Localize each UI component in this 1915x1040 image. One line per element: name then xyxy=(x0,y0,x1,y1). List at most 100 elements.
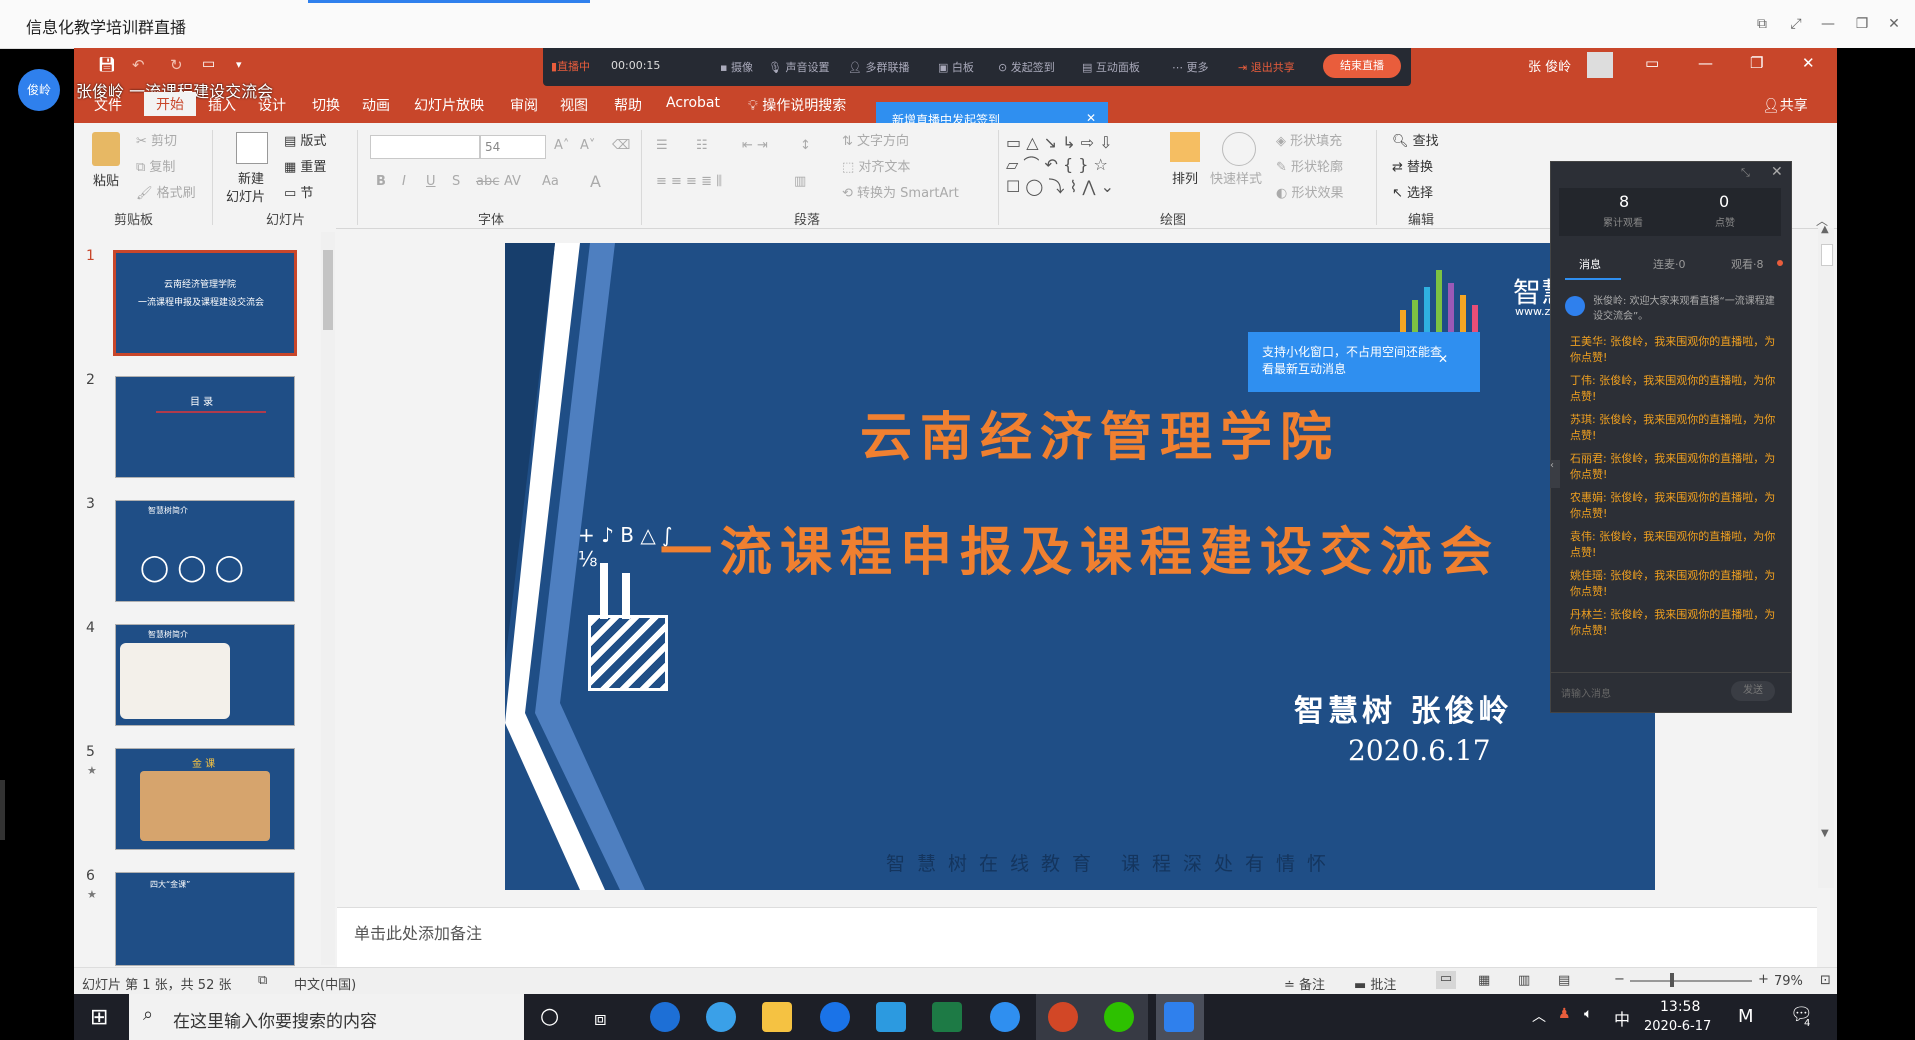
accessibility-icon[interactable]: ⧉ xyxy=(258,973,267,988)
font-size-input[interactable]: 54 xyxy=(480,135,546,159)
italic-icon[interactable]: I xyxy=(402,174,406,189)
shape-effects-button[interactable]: ◐ 形状效果 xyxy=(1276,182,1344,201)
tab-home[interactable]: 开始 xyxy=(144,92,196,116)
ppt-close-button[interactable]: ✕ xyxy=(1802,54,1815,72)
camera-button[interactable]: ▪ 摄像 xyxy=(720,59,753,75)
cut-button[interactable]: ✂ 剪切 xyxy=(136,130,177,149)
zoom-in-icon[interactable]: + xyxy=(1758,972,1769,987)
present-icon[interactable]: ▭ xyxy=(202,56,215,72)
input-mode-icon[interactable]: M xyxy=(1738,1006,1754,1027)
sogou-icon[interactable] xyxy=(650,1002,680,1032)
slide-thumbnail[interactable]: 云南经济管理学院 一流课程申报及课程建设交流会 xyxy=(113,250,297,356)
new-slide-icon[interactable] xyxy=(236,132,268,164)
ppt-user-name[interactable]: 张 俊岭 xyxy=(1528,56,1571,75)
select-button[interactable]: ↖ 选择 xyxy=(1392,182,1433,201)
host-avatar[interactable]: 俊岭 xyxy=(18,69,60,111)
copy-button[interactable]: ⧉ 复制 xyxy=(136,156,175,175)
minimize-button[interactable]: — xyxy=(1818,14,1838,34)
panel-collapse-handle[interactable]: ‹ xyxy=(1550,460,1560,488)
tab-review[interactable]: 审阅 xyxy=(510,95,538,115)
slide-sorter-icon[interactable]: ▦ xyxy=(1478,973,1490,988)
powerpoint-icon[interactable] xyxy=(1048,1002,1078,1032)
more-button[interactable]: ⋯ 更多 xyxy=(1172,59,1209,75)
undo-icon[interactable]: ↶ xyxy=(132,56,145,74)
columns-icon[interactable]: ▥ xyxy=(794,174,806,189)
increase-font-icon[interactable]: A˄ xyxy=(554,138,569,153)
live-app-icon[interactable] xyxy=(1164,1002,1194,1032)
photos-icon[interactable] xyxy=(876,1002,906,1032)
slide-thumbnail[interactable]: 智慧树简介 ◯ ◯ ◯ xyxy=(115,500,295,602)
tray-app-icon[interactable]: ♟ xyxy=(1558,1006,1571,1022)
ime-indicator[interactable]: 中 xyxy=(1614,1006,1630,1030)
save-icon[interactable]: 💾︎ xyxy=(98,57,116,73)
strikethrough-icon[interactable]: abc xyxy=(476,174,499,189)
excel-icon[interactable] xyxy=(932,1002,962,1032)
tab-mic[interactable]: 连麦·0 xyxy=(1653,256,1686,272)
char-spacing-icon[interactable]: AV xyxy=(504,174,521,189)
tab-slideshow[interactable]: 幻灯片放映 xyxy=(414,95,484,115)
reading-view-icon[interactable]: ▥ xyxy=(1518,973,1530,988)
tab-animations[interactable]: 动画 xyxy=(362,95,390,115)
slideshow-view-icon[interactable]: ▤ xyxy=(1558,973,1570,988)
arrange-icon[interactable] xyxy=(1170,132,1200,162)
language-indicator[interactable]: 中文(中国) xyxy=(294,974,356,993)
notes-toggle[interactable]: ≐ 备注 xyxy=(1284,974,1325,993)
layout-button[interactable]: ▤ 版式 xyxy=(284,130,326,149)
notes-pane[interactable]: 单击此处添加备注 xyxy=(337,907,1817,968)
zoom-slider-thumb[interactable] xyxy=(1670,973,1674,987)
paste-icon[interactable] xyxy=(92,132,120,166)
slide-vertical-scrollbar[interactable]: ▲ ▼ xyxy=(1818,224,1834,888)
comments-toggle[interactable]: ▬ 批注 xyxy=(1354,974,1396,993)
panel-minimize-icon[interactable]: ⤡ xyxy=(1741,166,1750,180)
whiteboard-button[interactable]: ▣ 白板 xyxy=(938,59,974,75)
align-text-button[interactable]: ⬚ 对齐文本 xyxy=(842,156,910,175)
slide-thumbnail[interactable]: 目 录 xyxy=(115,376,295,478)
align-icons[interactable]: ≡ ≡ ≡ ≣ ⫼ xyxy=(656,174,722,189)
tab-acrobat[interactable]: Acrobat xyxy=(666,95,720,111)
slide-title-line1[interactable]: 云南经济管理学院 xyxy=(860,395,1340,470)
ppt-minimize-button[interactable]: — xyxy=(1698,54,1713,72)
close-button[interactable]: ✕ xyxy=(1884,14,1904,34)
restore-button[interactable]: ❐ xyxy=(1852,14,1872,34)
new-slide-button[interactable]: 新建 xyxy=(238,168,264,187)
shape-outline-button[interactable]: ✎ 形状轮廓 xyxy=(1276,156,1343,175)
zoom-level[interactable]: 79% xyxy=(1774,974,1803,989)
redo-icon[interactable]: ↻ xyxy=(170,56,183,74)
bold-icon[interactable]: B xyxy=(376,174,386,189)
reset-button[interactable]: ▦ 重置 xyxy=(284,156,326,175)
collapse-ribbon-icon[interactable]: ︿ xyxy=(1816,212,1828,229)
clock-date[interactable]: 2020-6-17 xyxy=(1644,1019,1711,1034)
sound-settings-button[interactable]: 🎙︎ 声音设置 xyxy=(768,59,829,75)
volume-icon[interactable]: 🔈︎ xyxy=(1584,1006,1592,1022)
arrange-button[interactable]: 排列 xyxy=(1172,168,1198,187)
smartart-button[interactable]: ⟲ 转换为 SmartArt xyxy=(842,182,959,201)
interaction-panel-button[interactable]: ▤ 互动面板 xyxy=(1082,59,1140,75)
scroll-down-icon[interactable]: ▼ xyxy=(1821,828,1829,839)
line-spacing-icon[interactable]: ↕ xyxy=(800,138,811,153)
tab-help[interactable]: 帮助 xyxy=(614,95,642,115)
end-live-button[interactable]: 结束直播 xyxy=(1323,54,1401,78)
section-button[interactable]: ▭ 节 xyxy=(284,182,313,201)
scrollbar-thumb[interactable] xyxy=(323,250,333,330)
shapes-gallery[interactable]: ▭ △ ↘ ↳ ⇨ ⇩ ▱ ⌒ ↶ { } ☆ ☐ ◯ ⤵ ⌇ ⋀ ⌄ xyxy=(1006,132,1156,198)
close-icon[interactable]: ✕ xyxy=(1438,352,1448,366)
feishu-icon[interactable] xyxy=(990,1002,1020,1032)
user-avatar[interactable] xyxy=(1587,52,1613,78)
edge-icon[interactable] xyxy=(820,1002,850,1032)
indent-icon[interactable]: ⇤ ⇥ xyxy=(742,138,768,153)
underline-icon[interactable]: U xyxy=(426,174,436,189)
pin-icon[interactable]: ⧉ xyxy=(1752,14,1772,34)
tab-design[interactable]: 设计 xyxy=(258,95,286,115)
thumbnails-scrollbar[interactable] xyxy=(321,232,335,965)
new-slide-dropdown[interactable]: 幻灯片 xyxy=(226,186,265,205)
slide-date[interactable]: 2020.6.17 xyxy=(1348,734,1491,767)
quick-styles-icon[interactable] xyxy=(1222,132,1256,166)
slide-footer[interactable]: 智慧树在线教育 课程深处有情怀 xyxy=(886,849,1338,876)
bullets-icon[interactable]: ☰ xyxy=(656,138,668,153)
tab-view[interactable]: 视图 xyxy=(560,95,588,115)
signin-button[interactable]: ⊙ 发起签到 xyxy=(998,59,1055,75)
wechat-icon[interactable] xyxy=(1104,1002,1134,1032)
taskbar-search[interactable]: ⌕ 在这里输入你要搜索的内容 xyxy=(129,994,524,1040)
slide-author[interactable]: 智慧树 张俊岭 xyxy=(1294,686,1512,730)
send-button[interactable]: 发送 xyxy=(1731,681,1775,701)
